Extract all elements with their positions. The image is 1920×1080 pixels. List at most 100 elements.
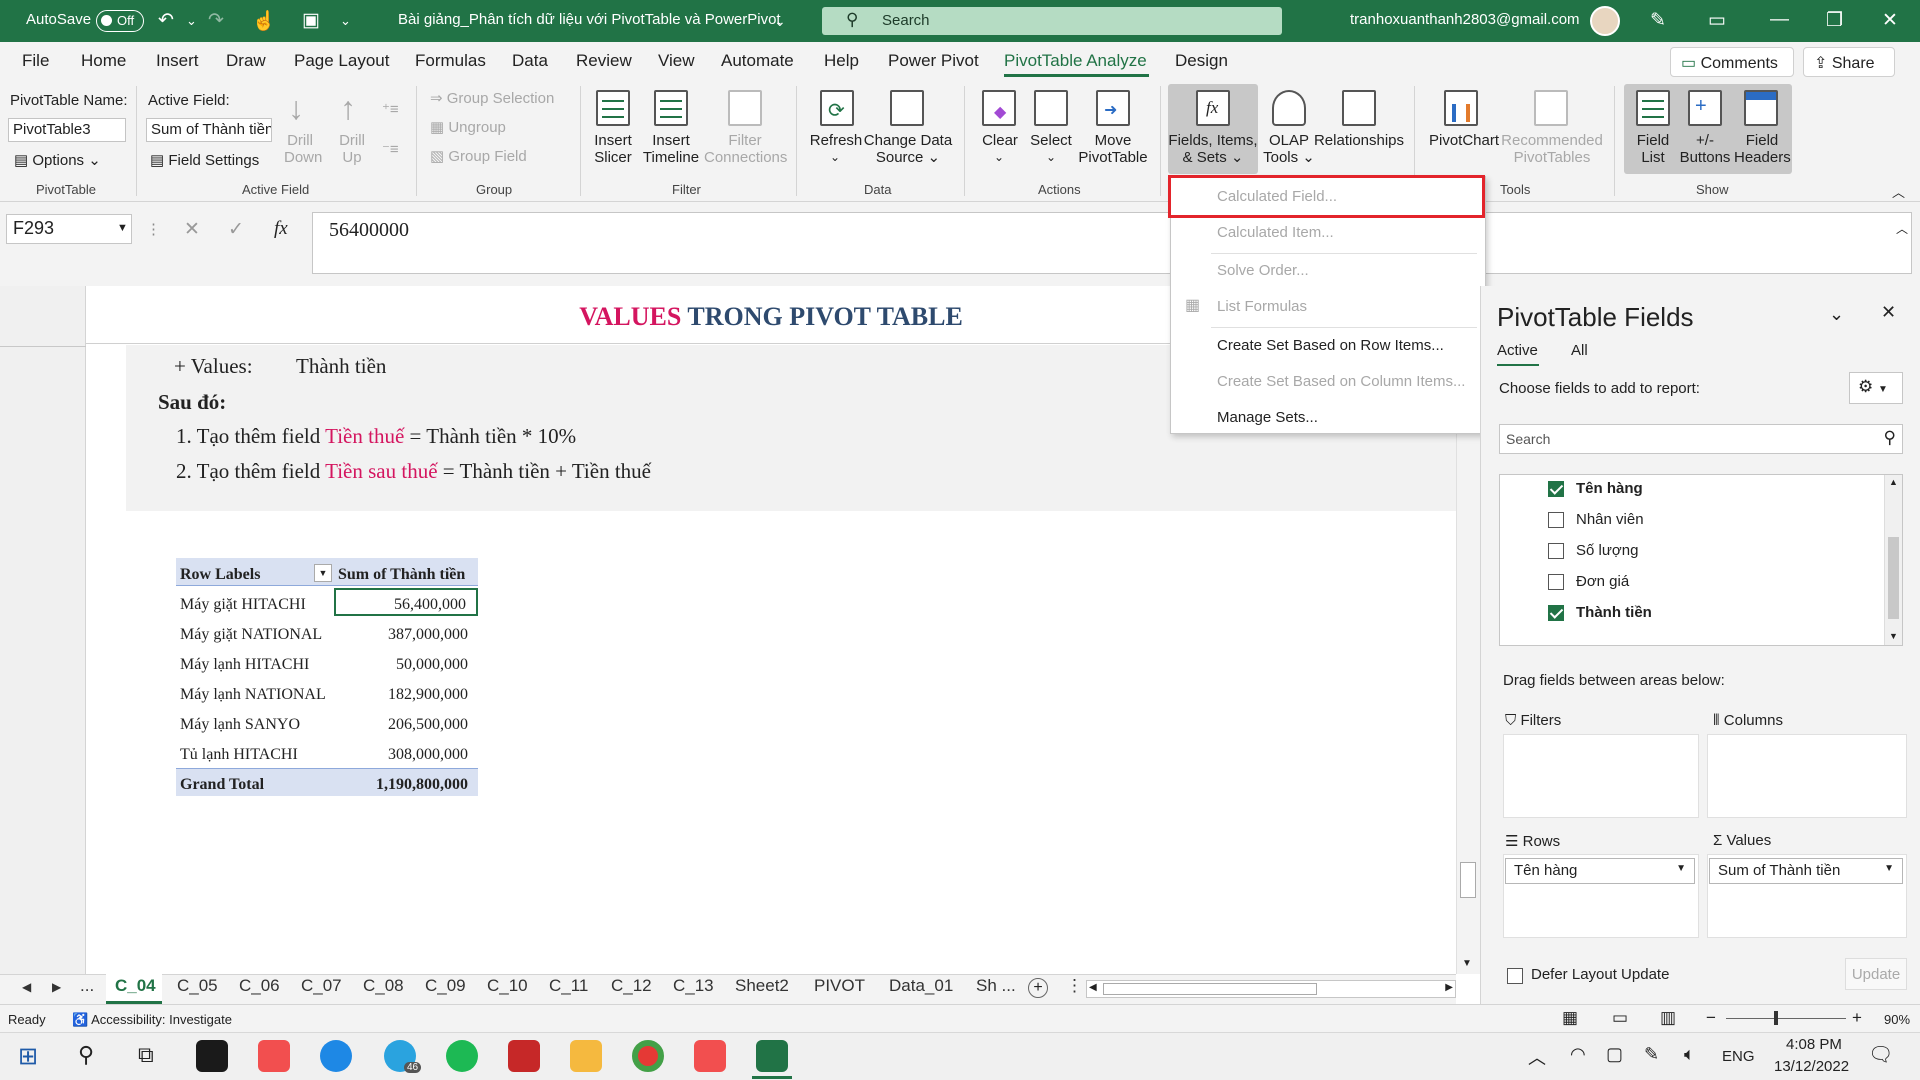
field-name[interactable]: Nhân viên bbox=[1576, 511, 1644, 528]
select-button[interactable]: Select bbox=[1026, 132, 1076, 149]
values-item[interactable]: Sum of Thành tiền ▼ bbox=[1709, 858, 1903, 884]
field-checkbox[interactable] bbox=[1548, 543, 1564, 559]
confirm-entry-icon[interactable]: ✓ bbox=[228, 218, 244, 241]
scroll-right-icon[interactable]: ▶ bbox=[1445, 982, 1453, 993]
minimize-icon[interactable]: — bbox=[1770, 9, 1789, 31]
add-sheet-icon[interactable]: + bbox=[1028, 978, 1048, 998]
formula-input[interactable]: 56400000 bbox=[312, 212, 1912, 274]
insert-function-icon[interactable]: fx bbox=[274, 218, 288, 240]
sheet-tab-c05[interactable]: C_05 bbox=[177, 976, 218, 996]
group-selection-button[interactable]: ⇒ Group Selection bbox=[430, 89, 554, 107]
expand-formula-bar-icon[interactable]: ︿ bbox=[1896, 220, 1908, 237]
close-icon[interactable]: ✕ bbox=[1882, 9, 1898, 32]
pivot-row[interactable]: Máy lạnh HITACHI 50,000,000 bbox=[176, 648, 478, 678]
group-field-button[interactable]: ▧ Group Field bbox=[430, 147, 527, 165]
menu-manage-sets[interactable]: Manage Sets... bbox=[1217, 409, 1318, 426]
normal-view-icon[interactable]: ▦ bbox=[1562, 1008, 1578, 1028]
menu-calculated-item[interactable]: Calculated Item... bbox=[1217, 224, 1334, 241]
recommended-pivottables-button[interactable]: Recommended PivotTables bbox=[1500, 132, 1604, 166]
avatar[interactable] bbox=[1590, 6, 1620, 36]
undo-dropdown-icon[interactable]: ⌄ bbox=[186, 13, 197, 29]
insert-slicer-button[interactable]: Insert Slicer bbox=[588, 132, 638, 166]
scroll-down-icon[interactable]: ▼ bbox=[1462, 958, 1472, 969]
relationships-button[interactable]: Relationships bbox=[1312, 132, 1406, 149]
sheet-tab-c04[interactable]: C_04 bbox=[115, 976, 156, 996]
pane-close-icon[interactable]: ✕ bbox=[1881, 302, 1896, 323]
ribbon-display-icon[interactable]: ▭ bbox=[1708, 9, 1726, 32]
document-title[interactable]: Bài giảng_Phân tích dữ liệu với PivotTab… bbox=[398, 11, 781, 28]
zoom-in-icon[interactable]: + bbox=[1852, 1008, 1862, 1028]
page-layout-view-icon[interactable]: ▭ bbox=[1612, 1008, 1628, 1028]
sheet-tab-c07[interactable]: C_07 bbox=[301, 976, 342, 996]
title-chevron-icon[interactable]: ⌄ bbox=[774, 13, 786, 30]
menu-create-set-row[interactable]: Create Set Based on Row Items... bbox=[1217, 337, 1444, 354]
zoom-slider-track[interactable] bbox=[1726, 1018, 1846, 1019]
task-view-icon[interactable]: ⧉ bbox=[138, 1042, 154, 1068]
app-capcut-icon[interactable] bbox=[196, 1040, 228, 1072]
select-dropdown-icon[interactable]: ⌄ bbox=[1046, 150, 1056, 164]
zoom-slider-thumb[interactable] bbox=[1774, 1011, 1778, 1025]
save-icon[interactable]: ▣ bbox=[302, 9, 320, 32]
sheet-tab-pivot[interactable]: PIVOT bbox=[814, 976, 865, 996]
page-break-view-icon[interactable]: ▥ bbox=[1660, 1008, 1676, 1028]
app-garena-icon[interactable] bbox=[508, 1040, 540, 1072]
tab-review[interactable]: Review bbox=[576, 51, 632, 71]
filter-connections-button[interactable]: Filter Connections bbox=[704, 132, 787, 166]
sheet-tab-c06[interactable]: C_06 bbox=[239, 976, 280, 996]
tab-active[interactable]: Active bbox=[1497, 342, 1538, 359]
field-checkbox[interactable] bbox=[1548, 512, 1564, 528]
vertical-scroll-thumb[interactable] bbox=[1460, 862, 1476, 898]
redo-icon[interactable]: ↷ bbox=[208, 9, 224, 32]
zoom-out-icon[interactable]: − bbox=[1706, 1008, 1716, 1028]
app-chrome-icon[interactable] bbox=[632, 1040, 664, 1072]
refresh-button[interactable]: Refresh bbox=[806, 132, 866, 149]
field-list-scrollbar[interactable]: ▲ ▼ bbox=[1884, 475, 1902, 645]
field-checkbox[interactable] bbox=[1548, 481, 1564, 497]
olap-tools-button[interactable]: OLAP Tools ⌄ bbox=[1262, 132, 1316, 166]
field-settings-button[interactable]: ▤ Field Settings bbox=[150, 151, 259, 169]
restore-icon[interactable]: ❐ bbox=[1826, 9, 1843, 32]
pivot-grand-total-row[interactable]: Grand Total 1,190,800,000 bbox=[176, 768, 478, 796]
move-pivottable-button[interactable]: Move PivotTable bbox=[1078, 132, 1148, 166]
name-box-dropdown-icon[interactable]: ▼ bbox=[117, 222, 128, 234]
notification-icon[interactable]: 🗨︎ bbox=[1868, 1042, 1893, 1067]
pivot-row[interactable]: Máy lạnh NATIONAL 182,900,000 bbox=[176, 678, 478, 708]
tab-automate[interactable]: Automate bbox=[721, 51, 794, 71]
comments-button[interactable]: ▭ Comments bbox=[1670, 47, 1794, 77]
app-red2-icon[interactable] bbox=[694, 1040, 726, 1072]
sheet-tab-more[interactable]: Sh ... bbox=[976, 976, 1016, 996]
tab-power-pivot[interactable]: Power Pivot bbox=[888, 51, 979, 71]
sheet-tab-c12[interactable]: C_12 bbox=[611, 976, 652, 996]
sheet-tab-c10[interactable]: C_10 bbox=[487, 976, 528, 996]
windows-start-icon[interactable]: ⊞ bbox=[18, 1042, 38, 1071]
insert-timeline-button[interactable]: Insert Timeline bbox=[640, 132, 702, 166]
field-list-button[interactable]: Field List bbox=[1628, 132, 1678, 166]
clock-time[interactable]: 4:08 PM bbox=[1786, 1036, 1842, 1053]
app-zalo-icon[interactable] bbox=[320, 1040, 352, 1072]
autosave-toggle[interactable]: Off bbox=[96, 10, 144, 32]
app-spotify-icon[interactable] bbox=[446, 1040, 478, 1072]
clear-button[interactable]: Clear bbox=[974, 132, 1026, 149]
collapse-ribbon-icon[interactable]: ︿ bbox=[1892, 182, 1905, 201]
tab-home[interactable]: Home bbox=[81, 51, 126, 71]
field-name[interactable]: Số lượng bbox=[1576, 542, 1638, 559]
sheet-tab-c11[interactable]: C_11 bbox=[549, 976, 588, 996]
columns-area[interactable] bbox=[1707, 734, 1907, 818]
tab-formulas[interactable]: Formulas bbox=[415, 51, 486, 71]
row-labels-filter-icon[interactable]: ▼ bbox=[314, 564, 332, 582]
refresh-dropdown-icon[interactable]: ⌄ bbox=[830, 150, 840, 164]
field-name[interactable]: Thành tiền bbox=[1576, 604, 1652, 621]
update-button[interactable]: Update bbox=[1845, 958, 1907, 990]
sheet-tab-c09[interactable]: C_09 bbox=[425, 976, 466, 996]
sheet-tab-c13[interactable]: C_13 bbox=[673, 976, 714, 996]
pen-icon[interactable]: ✎ bbox=[1650, 9, 1666, 32]
active-field-input[interactable]: Sum of Thành tiền bbox=[146, 118, 272, 142]
drill-up-button[interactable]: Drill Up bbox=[336, 132, 368, 166]
touch-mode-icon[interactable]: ☝ bbox=[252, 9, 276, 33]
clear-dropdown-icon[interactable]: ⌄ bbox=[994, 150, 1004, 164]
next-sheet-icon[interactable]: ▶ bbox=[52, 980, 61, 994]
name-box[interactable]: F293 bbox=[6, 214, 132, 244]
tab-design[interactable]: Design bbox=[1175, 51, 1228, 71]
search-box[interactable]: ⚲ Search bbox=[822, 7, 1282, 35]
menu-list-formulas[interactable]: List Formulas bbox=[1217, 298, 1307, 315]
